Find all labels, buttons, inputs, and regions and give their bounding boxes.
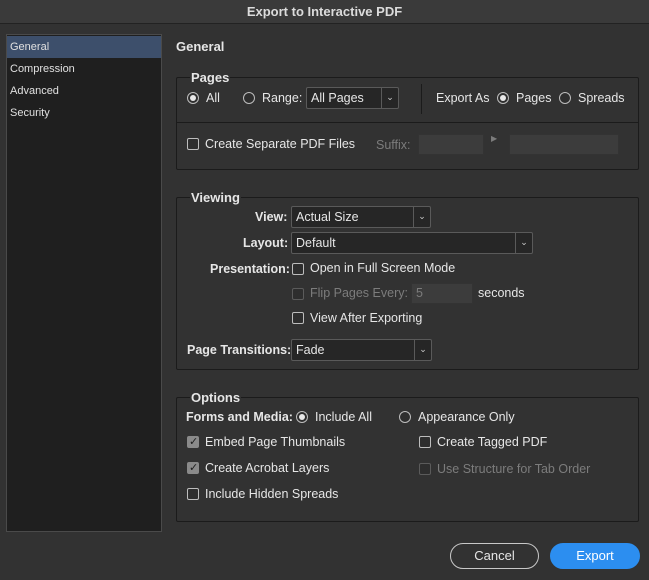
view-select[interactable]: Actual Size ⌄ [291,206,431,228]
suffix-variable-field[interactable] [509,134,619,155]
tagged-pdf-label: Create Tagged PDF [437,435,548,449]
suffix-field[interactable] [418,134,484,155]
range-select-value: All Pages [311,91,364,105]
sidebar-item-security[interactable]: Security [7,102,161,124]
sidebar-item-advanced[interactable]: Advanced [7,80,161,102]
all-label: All [206,91,220,105]
flip-pages-checkbox[interactable] [292,288,304,300]
appearance-only-label: Appearance Only [418,410,515,424]
presentation-label: Presentation: [210,262,290,276]
appearance-only-radio[interactable] [399,411,411,423]
range-label: Range: [262,91,303,105]
include-all-label: Include All [315,410,372,424]
hidden-spreads-checkbox[interactable] [187,488,199,500]
thumbnails-checkbox[interactable] [187,435,199,448]
export-button[interactable]: Export [550,543,640,569]
range-radio[interactable] [243,92,255,104]
layout-select[interactable]: Default ⌄ [291,232,533,254]
chevron-down-icon: ⌄ [414,340,431,360]
pages-vdivider [421,84,422,114]
pages-radio[interactable] [497,92,509,104]
forms-media-label: Forms and Media: [186,410,293,424]
fullscreen-label: Open in Full Screen Mode [310,261,456,275]
export-as-label: Export As [436,91,490,105]
spreads-radio-label: Spreads [578,91,625,105]
window-title: Export to Interactive PDF [0,0,649,24]
cancel-button[interactable]: Cancel [450,543,539,569]
flip-pages-label: Flip Pages Every: [310,286,408,300]
viewing-heading: Viewing [190,190,241,205]
options-heading: Options [190,390,242,405]
acrobat-layers-label: Create Acrobat Layers [205,461,330,475]
chevron-down-icon: ⌄ [515,233,532,253]
transitions-label: Page Transitions: [187,343,292,357]
thumbnails-label: Embed Page Thumbnails [205,435,346,449]
tab-order-checkbox[interactable] [419,463,431,475]
hidden-spreads-label: Include Hidden Spreads [205,487,339,501]
spreads-radio[interactable] [559,92,571,104]
flip-seconds-field[interactable]: 5 [411,283,473,304]
sidebar-item-compression[interactable]: Compression [7,58,161,80]
triangle-right-icon: ▶ [491,134,498,143]
tab-order-label: Use Structure for Tab Order [437,462,591,476]
range-select[interactable]: All Pages ⌄ [306,87,399,109]
transitions-select[interactable]: Fade ⌄ [291,339,432,361]
include-all-radio[interactable] [296,411,308,423]
sidebar: General Compression Advanced Security [6,34,162,532]
view-after-label: View After Exporting [310,311,423,325]
view-select-value: Actual Size [296,210,359,224]
layout-select-value: Default [296,236,336,250]
suffix-label: Suffix: [376,138,411,152]
layout-label: Layout: [243,236,289,250]
separate-pdf-checkbox[interactable] [187,138,199,150]
all-radio[interactable] [187,92,199,104]
chevron-down-icon: ⌄ [381,88,398,108]
acrobat-layers-checkbox[interactable] [187,461,199,474]
view-after-checkbox[interactable] [292,312,304,324]
panel-title: General [176,39,225,54]
separate-pdf-label: Create Separate PDF Files [205,137,356,151]
pages-radio-label: Pages [516,91,552,105]
tagged-pdf-checkbox[interactable] [419,436,431,448]
sidebar-item-general[interactable]: General [7,36,161,58]
pages-divider [177,122,638,123]
pages-heading: Pages [190,70,231,85]
view-label: View: [255,210,288,224]
fullscreen-checkbox[interactable] [292,263,304,275]
chevron-down-icon: ⌄ [413,207,430,227]
seconds-label: seconds [478,286,525,300]
pages-group [176,77,639,170]
transitions-select-value: Fade [296,343,325,357]
